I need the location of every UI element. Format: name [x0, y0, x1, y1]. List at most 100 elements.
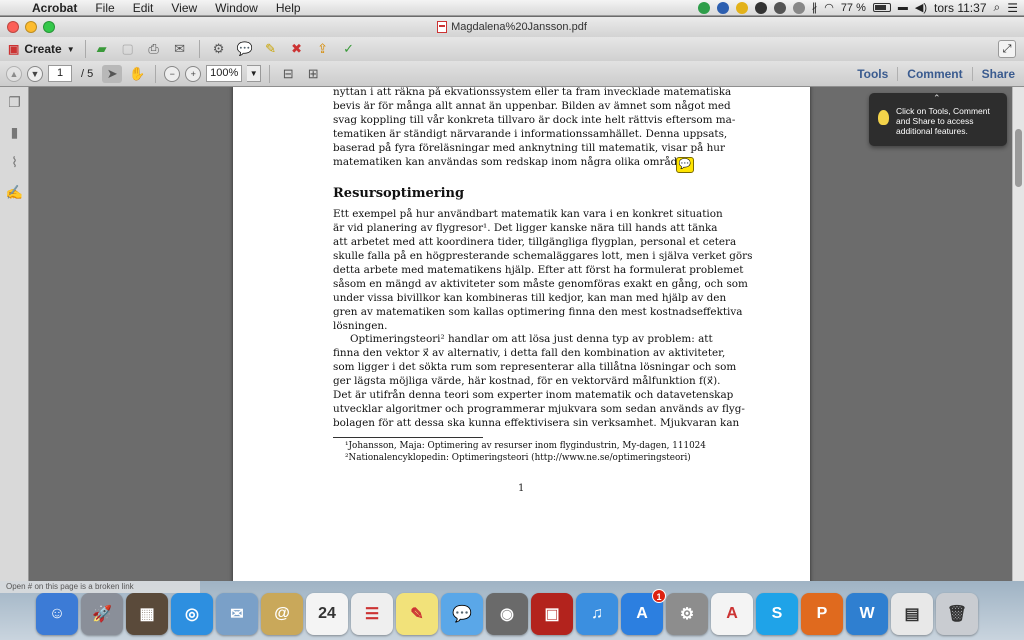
highlight-icon[interactable]: ✎ [261, 40, 281, 58]
paragraph-line: nyttan i att räkna på ekvationssystem el… [333, 87, 732, 98]
comment-panel-link[interactable]: Comment [897, 67, 971, 81]
dock-photo-booth-icon[interactable]: ▣ [531, 593, 573, 635]
pdf-page[interactable]: nyttan i att räkna på ekvationssystem el… [233, 87, 810, 581]
dock-notes-icon[interactable]: ✎ [396, 593, 438, 635]
notification-center-icon[interactable]: ☰ [1007, 1, 1018, 15]
bookmarks-icon[interactable]: ▮ [0, 117, 29, 147]
dock-address-book-icon[interactable]: @ [261, 593, 303, 635]
dock-mail-bird-icon[interactable]: ✉ [216, 593, 258, 635]
zoom-in-icon[interactable]: + [185, 65, 202, 82]
collapse-chevron-icon[interactable]: ⌃ [933, 93, 941, 104]
zoom-out-icon[interactable]: − [164, 65, 181, 82]
dock-glyph: ✉ [230, 606, 244, 623]
dock-glyph: @ [274, 605, 290, 622]
paragraph-line: Optimeringsteori² handlar om att lösa ju… [350, 333, 713, 345]
dock-acrobat-icon[interactable]: A [711, 593, 753, 635]
tools-panel-link[interactable]: Tools [848, 67, 897, 81]
email-icon[interactable]: ✉ [170, 40, 190, 58]
paragraph-line: är vid planering av flygresor¹. Det ligg… [333, 222, 718, 234]
paragraph-line: utvecklar algoritmer och programmerar mj… [333, 403, 745, 415]
dock-glyph: ◎ [185, 606, 199, 623]
print-icon[interactable]: ⎙ [144, 40, 164, 58]
bluetooth-icon[interactable]: ∦ [812, 1, 818, 14]
page-number-input[interactable]: 1 [48, 65, 72, 82]
footnote-rule [333, 437, 483, 438]
shield-icon[interactable] [773, 1, 786, 14]
dock-reminders-icon[interactable]: ☰ [351, 593, 393, 635]
dock-safari-icon[interactable]: ◎ [171, 593, 213, 635]
menu-bar: Acrobat File Edit View Window Help ∦ ◠ 7… [0, 0, 1024, 16]
export-pdf-icon[interactable]: ⇪ [313, 40, 333, 58]
zoom-window-button[interactable] [43, 21, 55, 33]
wifi-icon[interactable]: ◠ [824, 1, 834, 14]
open-folder-icon[interactable]: ▰ [92, 40, 112, 58]
vertical-scrollbar[interactable] [1012, 87, 1024, 581]
menu-app-name[interactable]: Acrobat [26, 0, 86, 16]
close-window-button[interactable] [7, 21, 19, 33]
battery-icon[interactable] [872, 3, 891, 12]
dock-app-store-icon[interactable]: A1 [621, 589, 666, 635]
dock-glyph: ▦ [139, 606, 155, 623]
save-icon[interactable]: ▢ [118, 40, 138, 58]
menu-window[interactable]: Window [206, 0, 267, 16]
sticky-note-comment-icon[interactable]: 💬 [676, 157, 694, 173]
dock-skype-icon[interactable]: S [756, 593, 798, 635]
scrollbar-thumb[interactable] [1015, 129, 1022, 187]
paragraph-line: skulle falla på en högpresterande schema… [333, 250, 753, 262]
dock-finder-icon[interactable]: ☺ [36, 593, 78, 635]
hand-tool-icon[interactable]: ✋ [127, 65, 147, 83]
dock-documents-icon[interactable]: ▤ [891, 593, 933, 635]
dock-calendar-icon[interactable]: 24 [306, 593, 348, 635]
toolbar-divider [269, 64, 271, 83]
paragraph-line: under vissa bivillkor kan kombineras til… [333, 292, 727, 304]
share-panel-link[interactable]: Share [971, 67, 1024, 81]
zoom-dropdown-icon[interactable]: ▼ [247, 65, 262, 82]
app-status-icon[interactable] [697, 1, 710, 14]
dock-system-preferences-icon[interactable]: ⚙ [666, 593, 708, 635]
menu-view[interactable]: View [162, 0, 206, 16]
norton-icon[interactable] [735, 1, 748, 14]
fit-page-icon[interactable]: ⊟ [278, 65, 298, 83]
create-pdf-icon: ▣ [8, 42, 20, 56]
dock-mission-control-icon[interactable]: ▦ [126, 593, 168, 635]
menu-help[interactable]: Help [267, 0, 310, 16]
delete-page-icon[interactable]: ✖ [287, 40, 307, 58]
flag-icon[interactable]: ▬ [898, 2, 908, 13]
dock-facetime-icon[interactable]: ◉ [486, 593, 528, 635]
comment-icon[interactable]: 💬 [235, 40, 255, 58]
signatures-icon[interactable]: ✍ [0, 177, 29, 207]
menu-edit[interactable]: Edit [124, 0, 163, 16]
select-cursor-icon[interactable]: ➤ [102, 64, 123, 83]
time-machine-icon[interactable] [792, 1, 805, 14]
dock-trash-icon[interactable]: 🗑 [936, 593, 978, 635]
dock-itunes-icon[interactable]: ♫ [576, 593, 618, 635]
dock-word-icon[interactable]: W [846, 593, 888, 635]
fit-width-icon[interactable]: ⊞ [303, 65, 323, 83]
dock-glyph: ▣ [544, 606, 560, 623]
sync-icon[interactable] [716, 1, 729, 14]
sign-icon[interactable]: ✓ [339, 40, 359, 58]
spotlight-icon[interactable]: ⌕ [994, 0, 1001, 15]
clock[interactable]: tors 11:37 [934, 1, 986, 15]
create-label: Create [24, 42, 62, 56]
minimize-window-button[interactable] [25, 21, 37, 33]
zoom-level-field[interactable]: 100% [206, 65, 243, 82]
page-thumbnails-icon[interactable]: ❐ [0, 87, 29, 117]
create-button[interactable]: ▣ Create ▼ [8, 40, 86, 58]
volume-icon[interactable]: ◀) [915, 1, 927, 14]
dock-messages-icon[interactable]: 💬 [441, 593, 483, 635]
menu-file[interactable]: File [86, 0, 123, 16]
dock-powerpoint-icon[interactable]: P [801, 593, 843, 635]
settings-gear-icon[interactable]: ⚙ [209, 40, 229, 58]
battery-percent: 77 % [840, 1, 866, 14]
dock-glyph: ☰ [364, 606, 380, 623]
dock-glyph: 💬 [452, 606, 472, 623]
status-text: Open # on this page is a broken link [0, 581, 200, 593]
next-page-icon[interactable]: ▼ [27, 65, 43, 82]
document-canvas[interactable]: nyttan i att räkna på ekvationssystem el… [30, 87, 1012, 581]
fullscreen-expand-icon[interactable]: ⤢ [998, 40, 1016, 58]
checkmark-icon[interactable] [754, 1, 767, 14]
attachments-paperclip-icon[interactable]: ⌇ [0, 147, 29, 177]
previous-page-icon[interactable]: ▲ [6, 65, 22, 82]
dock-launchpad-icon[interactable]: 🚀 [81, 593, 123, 635]
